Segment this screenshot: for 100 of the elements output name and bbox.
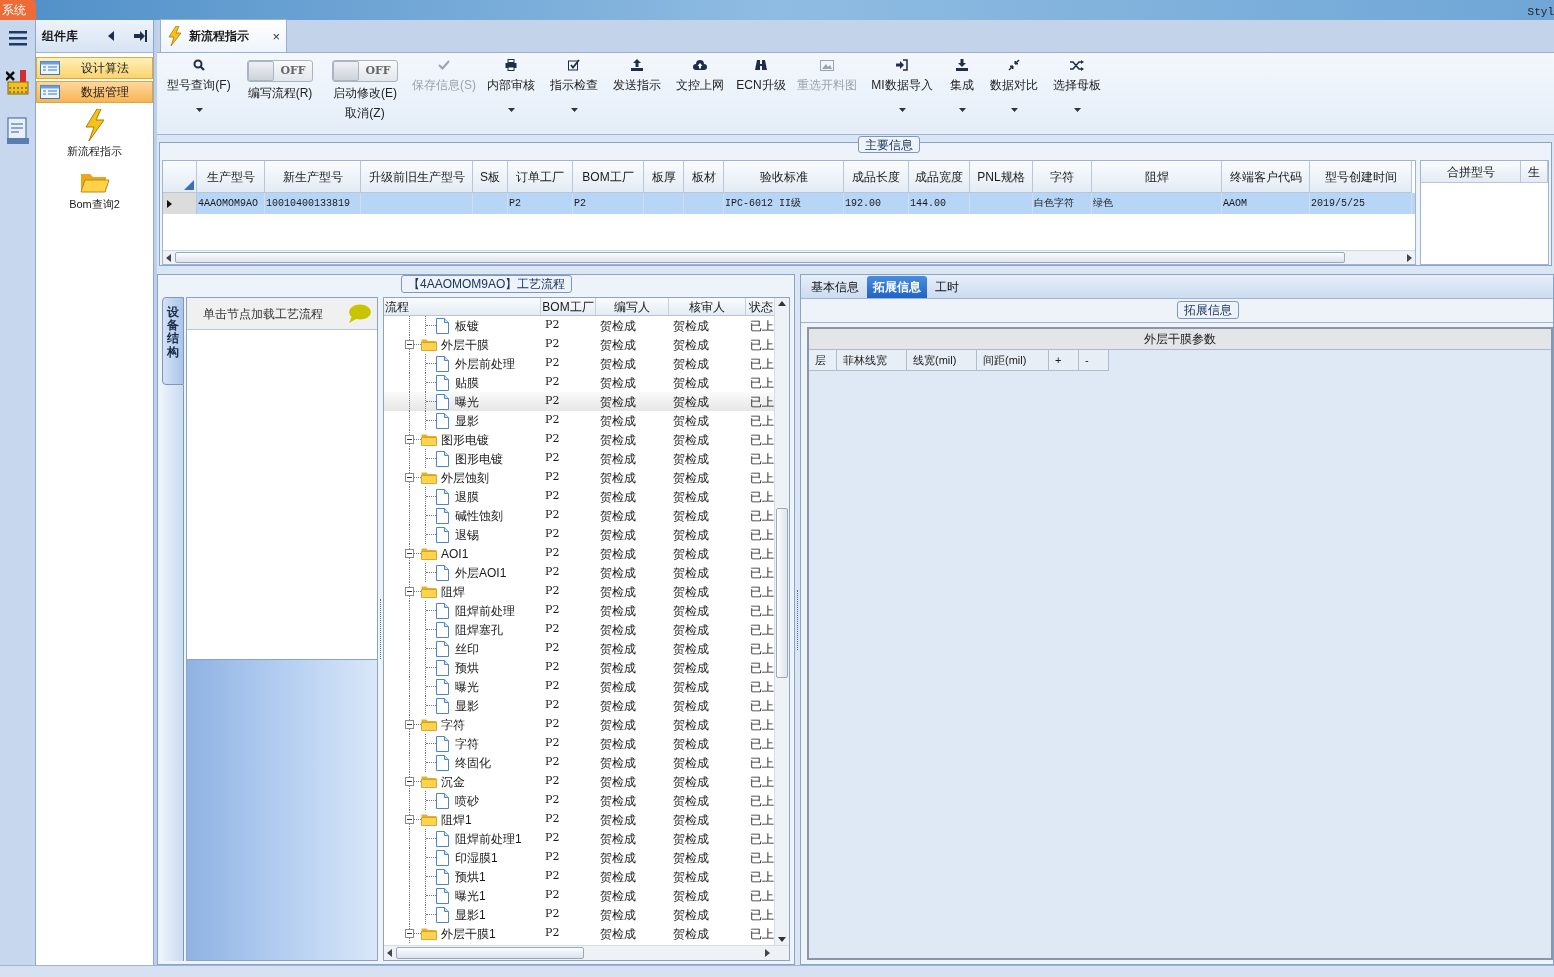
collapse-icon[interactable] <box>405 587 414 596</box>
column-header[interactable]: 新生产型号 <box>265 161 361 193</box>
category-item[interactable]: 数据管理 <box>36 81 153 103</box>
column-header[interactable]: 板材 <box>684 161 724 193</box>
column-header[interactable]: 字符 <box>1033 161 1092 193</box>
column-header[interactable]: 线宽(mil) <box>907 350 977 371</box>
collapse-icon[interactable] <box>405 549 414 558</box>
column-header[interactable]: PNL规格 <box>970 161 1033 193</box>
table-cell-text: 贺检成 <box>673 868 709 886</box>
category-item[interactable]: 设计算法 <box>36 57 153 79</box>
table-row[interactable]: 4AAOMOM9AO 10010400133819 P2 P2 IPC-6012 II级 192.00 144.00 白色字符 绿色 AAOM 2019/5/25 <box>163 193 1415 214</box>
table-cell-text: 贺检成 <box>673 393 709 411</box>
toolbar-button[interactable]: 发送指示 <box>606 57 668 119</box>
document-tab[interactable]: 新流程指示 × <box>160 19 287 52</box>
toolbar-button[interactable]: 型号查询(F) <box>160 57 238 119</box>
column-header[interactable]: 阻焊 <box>1092 161 1222 193</box>
table-cell: P2 <box>545 583 560 600</box>
scroll-thumb[interactable] <box>776 508 788 678</box>
tree-node-label: 曝光 <box>455 393 479 411</box>
file-icon <box>436 621 449 638</box>
cancel-label[interactable]: 取消(Z) <box>345 104 385 122</box>
collapse-left-icon[interactable] <box>107 31 115 41</box>
collapse-icon[interactable] <box>405 815 414 824</box>
column-header[interactable]: 板厚 <box>644 161 684 193</box>
column-header[interactable]: 升级前旧生产型号 <box>361 161 473 193</box>
scroll-thumb[interactable] <box>396 947 584 959</box>
horizontal-scrollbar[interactable] <box>163 250 1415 264</box>
table-cell-text: 贺检成 <box>673 621 709 639</box>
file-icon <box>436 374 449 391</box>
collapse-icon[interactable] <box>405 720 414 729</box>
column-header[interactable]: S板 <box>473 161 508 193</box>
scroll-thumb[interactable] <box>175 252 1345 263</box>
column-header[interactable]: - <box>1079 350 1109 371</box>
column-header[interactable]: 生 <box>1521 161 1548 183</box>
table-cell: P2 <box>545 317 560 334</box>
column-header[interactable]: 编写人 <box>596 298 669 315</box>
collapse-icon[interactable] <box>405 777 414 786</box>
tool-item[interactable]: Bom查询2 <box>69 167 120 214</box>
column-header[interactable]: 间距(mil) <box>977 350 1049 371</box>
column-header[interactable]: 成品长度 <box>844 161 909 193</box>
table-cell-text: 贺检成 <box>673 336 709 354</box>
horizontal-scrollbar[interactable] <box>384 945 789 960</box>
toggle-switch[interactable]: OFF <box>247 60 313 82</box>
table-cell-text: 已上 <box>750 602 774 620</box>
column-header[interactable]: 型号创建时间 <box>1310 161 1412 193</box>
table-cell-text: 已上 <box>750 792 774 810</box>
toolbar-button[interactable]: 指示检查 <box>542 57 606 119</box>
tree-node-label: 阻焊1 <box>441 811 472 829</box>
menu-icon[interactable] <box>8 30 27 46</box>
table-cell: P2 <box>545 906 560 923</box>
side-tab[interactable]: 设备结构 <box>162 297 184 385</box>
tool-item[interactable]: 新流程指示 <box>67 107 122 162</box>
tree-node-label: 印湿膜1 <box>455 849 498 867</box>
column-header[interactable]: BOM工厂 <box>541 298 596 315</box>
toolbar-button[interactable]: MI数据导入 <box>864 57 940 119</box>
column-header[interactable]: 生产型号 <box>197 161 265 193</box>
column-header[interactable]: 验收标准 <box>724 161 844 193</box>
column-header[interactable]: BOM工厂 <box>573 161 644 193</box>
column-header[interactable]: 成品宽度 <box>909 161 970 193</box>
toolbar-button[interactable]: ECN升级 <box>732 57 790 119</box>
table-cell-text: 已上 <box>750 336 774 354</box>
toolbar-button[interactable]: 集成 <box>940 57 984 119</box>
toggle-switch[interactable]: OFF <box>332 60 398 82</box>
collapse-icon[interactable] <box>405 473 414 482</box>
table-cell: P2 <box>545 659 560 676</box>
column-header[interactable]: + <box>1049 350 1079 371</box>
column-header[interactable]: 合拼型号 <box>1421 161 1521 183</box>
collapse-icon[interactable] <box>405 929 414 938</box>
tab[interactable]: 拓展信息 <box>867 276 927 298</box>
table-cell: 白色字符 <box>1034 196 1074 211</box>
table-cell-text: 贺检成 <box>673 355 709 373</box>
toolbar-button[interactable]: 数据对比 <box>984 57 1044 119</box>
folder-icon <box>421 927 437 940</box>
close-button[interactable]: × <box>272 29 280 43</box>
column-header[interactable]: 层 <box>809 350 837 371</box>
tree-row[interactable]: 曝光 P2 贺检成 贺检成 已上 <box>384 392 774 411</box>
toolbar-button[interactable]: 选择母板 <box>1044 57 1110 119</box>
table-cell: P2 <box>545 450 560 467</box>
table-cell-text: AAOM <box>1223 197 1247 211</box>
file-icon <box>436 355 449 372</box>
column-header[interactable]: 菲林线宽 <box>837 350 907 371</box>
tab[interactable]: 基本信息 <box>805 276 865 298</box>
dock-icon[interactable] <box>133 30 147 42</box>
table-cell-text: 贺检成 <box>673 773 709 791</box>
file-icon <box>436 412 449 429</box>
toggle-label: 编写流程(R) <box>247 85 313 102</box>
column-header[interactable]: 订单工厂 <box>508 161 573 193</box>
column-header[interactable]: 终端客户代码 <box>1222 161 1310 193</box>
tree-node-label: 显影 <box>455 697 479 715</box>
collapse-icon[interactable] <box>405 435 414 444</box>
table-cell-text: 贺检成 <box>673 545 709 563</box>
tab[interactable]: 工时 <box>929 276 965 298</box>
collapse-icon[interactable] <box>405 340 414 349</box>
vertical-scrollbar[interactable] <box>774 298 789 945</box>
column-header[interactable]: 核审人 <box>669 298 746 315</box>
toolbar-button[interactable]: 文控上网 <box>668 57 732 119</box>
column-header[interactable]: 流程 <box>384 298 541 315</box>
toolbar-button[interactable]: 内部审核 <box>480 57 542 119</box>
report-icon[interactable] <box>6 116 29 146</box>
table-cell: P2 <box>545 393 560 410</box>
